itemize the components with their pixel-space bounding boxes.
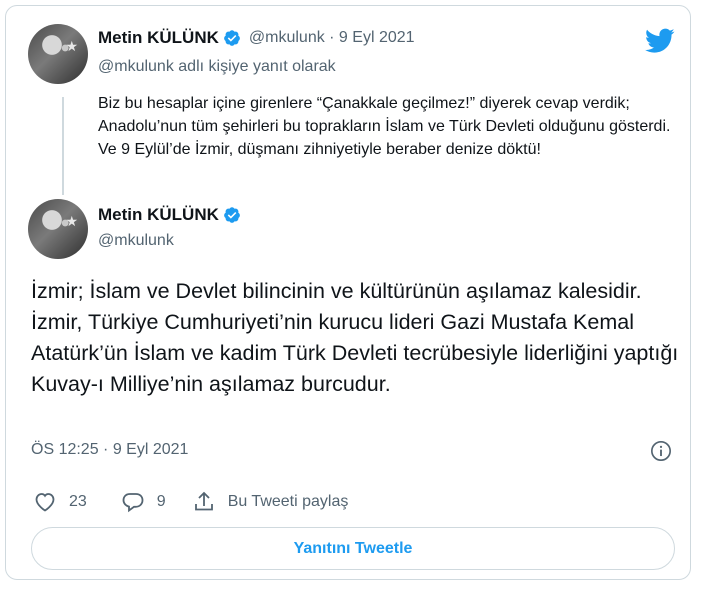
parent-tweet-header: Metin KÜLÜNK @mkulunk · 9 Eyl 2021	[98, 28, 415, 48]
share-icon	[194, 491, 213, 511]
tweet-timestamp[interactable]: ÖS 12:25 · 9 Eyl 2021	[31, 441, 188, 459]
embedded-tweet-card: ★ Metin KÜLÜNK @mkulunk · 9 Eyl 2021 @mk…	[5, 5, 691, 580]
like-count: 23	[69, 493, 87, 510]
replying-to-label[interactable]: @mkulunk adlı kişiye yanıt olarak	[98, 58, 336, 76]
parent-handle-and-date[interactable]: @mkulunk · 9 Eyl 2021	[249, 29, 415, 47]
thread-connector-line	[62, 97, 64, 195]
tweet-actions-bar: 23 9 Bu Tweeti paylaş	[33, 490, 372, 514]
parent-tweet-text: Biz bu hesaplar içine girenlere “Çanakka…	[98, 95, 671, 158]
heart-icon	[35, 493, 55, 512]
avatar-star-decoration: ★	[65, 213, 78, 229]
twitter-logo-icon[interactable]	[645, 28, 675, 54]
info-icon[interactable]	[650, 440, 672, 462]
reply-with-tweet-button[interactable]: Yanıtını Tweetle	[31, 527, 675, 570]
reply-bubble-icon	[122, 493, 144, 513]
parent-author-name[interactable]: Metin KÜLÜNK	[98, 28, 219, 48]
share-tweet-button[interactable]: Bu Tweeti paylaş	[192, 490, 349, 514]
share-label: Bu Tweeti paylaş	[227, 493, 349, 510]
parent-author-avatar[interactable]: ★	[28, 24, 88, 84]
main-tweet-text: İzmir; İslam ve Devlet bilincinin ve kül…	[31, 279, 679, 396]
main-tweet-author-row: Metin KÜLÜNK	[98, 205, 241, 225]
main-author-handle[interactable]: @mkulunk	[98, 232, 174, 250]
like-button[interactable]: 23	[33, 490, 87, 514]
reply-count-button[interactable]: 9	[121, 490, 166, 514]
reply-count: 9	[156, 493, 166, 510]
main-author-avatar[interactable]: ★	[28, 199, 88, 259]
main-author-name[interactable]: Metin KÜLÜNK	[98, 205, 219, 225]
avatar-star-decoration: ★	[65, 38, 78, 54]
verified-badge-icon	[224, 207, 240, 223]
verified-badge-icon	[224, 30, 240, 46]
